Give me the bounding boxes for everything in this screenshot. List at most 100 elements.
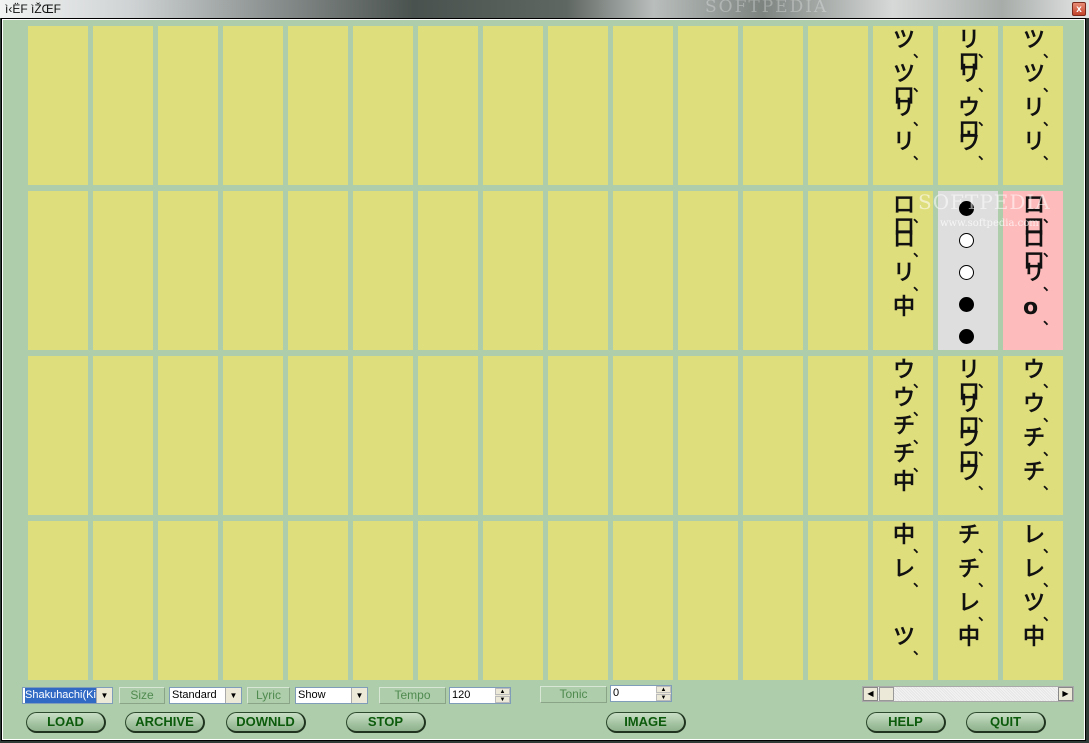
score-cell[interactable]: [548, 356, 608, 515]
size-select[interactable]: Standard ▼: [169, 687, 242, 704]
score-cell[interactable]: [808, 191, 868, 350]
spin-down-icon[interactable]: ▼: [656, 694, 671, 701]
score-cell[interactable]: [418, 26, 478, 185]
score-cell[interactable]: [158, 26, 218, 185]
score-cell[interactable]: [613, 521, 673, 680]
score-cell[interactable]: [548, 26, 608, 185]
close-button[interactable]: x: [1072, 2, 1086, 16]
score-cell[interactable]: [28, 191, 88, 350]
scroll-left-icon[interactable]: ◀: [863, 687, 878, 701]
load-button[interactable]: LOAD: [26, 712, 106, 733]
score-cell[interactable]: [808, 521, 868, 680]
score-cell[interactable]: [743, 521, 803, 680]
chevron-down-icon[interactable]: ▼: [225, 688, 241, 703]
tempo-value[interactable]: 120: [452, 689, 470, 701]
scroll-thumb[interactable]: [879, 687, 894, 701]
notation-glyph: リ: [1023, 96, 1046, 121]
breath-mark: 、: [978, 540, 992, 556]
notation-glyph: レ: [1023, 523, 1046, 548]
score-cell[interactable]: [418, 356, 478, 515]
score-cell[interactable]: リロ、リロ、ウロ、ウ、: [938, 356, 998, 515]
score-cell[interactable]: [158, 521, 218, 680]
score-cell[interactable]: [418, 521, 478, 680]
score-cell[interactable]: [418, 191, 478, 350]
notation-column: ロロ、ロロ、リ、 o、: [1003, 191, 1063, 350]
score-cell[interactable]: [743, 26, 803, 185]
score-cell[interactable]: [93, 191, 153, 350]
score-cell[interactable]: [548, 521, 608, 680]
spin-up-icon[interactable]: ▲: [656, 686, 671, 693]
score-cell[interactable]: [28, 521, 88, 680]
score-cell[interactable]: [93, 26, 153, 185]
score-cell[interactable]: ロロ、ロ、リ、中: [873, 191, 933, 350]
score-cell[interactable]: [28, 356, 88, 515]
score-cell[interactable]: [223, 26, 283, 185]
notation-glyph: 中: [958, 625, 981, 650]
score-cell[interactable]: [353, 521, 413, 680]
score-cell[interactable]: [223, 356, 283, 515]
score-cell[interactable]: リロ、リ、ウロ、ウ、: [938, 26, 998, 185]
spin-down-icon[interactable]: ▼: [495, 696, 510, 703]
score-cell[interactable]: [288, 191, 348, 350]
score-cell[interactable]: [353, 191, 413, 350]
score-cell[interactable]: [483, 521, 543, 680]
notation-glyph: ウ: [958, 130, 981, 155]
score-cell[interactable]: [678, 191, 738, 350]
score-cell[interactable]: ツ、ツロ、リ、リ、: [873, 26, 933, 185]
score-cell[interactable]: [743, 191, 803, 350]
current-score-cell[interactable]: ロロ、ロロ、リ、 o、: [1003, 191, 1063, 350]
tempo-spinner[interactable]: 120 ▲ ▼: [449, 687, 511, 704]
score-cell[interactable]: [288, 521, 348, 680]
score-cell[interactable]: ツ、ツ、リ、リ、: [1003, 26, 1063, 185]
score-cell[interactable]: [808, 26, 868, 185]
score-cell[interactable]: [678, 521, 738, 680]
score-cell[interactable]: [158, 356, 218, 515]
score-cell[interactable]: [678, 26, 738, 185]
score-cell[interactable]: [93, 521, 153, 680]
tonic-spinner[interactable]: 0 ▲ ▼: [610, 685, 672, 702]
score-cell[interactable]: レ、レ、ツ、中: [1003, 521, 1063, 680]
score-cell[interactable]: [548, 191, 608, 350]
chevron-down-icon[interactable]: ▼: [96, 688, 112, 703]
fingering-chart[interactable]: [938, 191, 998, 350]
score-cell[interactable]: [743, 356, 803, 515]
score-cell[interactable]: [223, 521, 283, 680]
score-cell[interactable]: [483, 356, 543, 515]
score-cell[interactable]: [483, 26, 543, 185]
score-cell[interactable]: 中、レ、ツ、: [873, 521, 933, 680]
breath-mark: 、: [913, 79, 927, 95]
scroll-right-icon[interactable]: ▶: [1058, 687, 1073, 701]
stop-button[interactable]: STOP: [346, 712, 426, 733]
archive-button[interactable]: ARCHIVE: [125, 712, 205, 733]
notation-glyph: レ: [1023, 557, 1046, 582]
instrument-select[interactable]: Shakuhachi(Ki ▼: [22, 687, 113, 704]
spin-up-icon[interactable]: ▲: [495, 688, 510, 695]
quit-button[interactable]: QUIT: [966, 712, 1046, 733]
score-cell[interactable]: [288, 356, 348, 515]
tonic-value[interactable]: 0: [613, 687, 619, 699]
score-cell[interactable]: [288, 26, 348, 185]
image-button[interactable]: IMAGE: [606, 712, 686, 733]
score-cell[interactable]: ウ、ウ、チ、チ、: [1003, 356, 1063, 515]
horizontal-scrollbar[interactable]: ◀ ▶: [862, 686, 1074, 702]
score-cell[interactable]: [28, 26, 88, 185]
lyric-select[interactable]: Show ▼: [295, 687, 368, 704]
breath-mark: 、: [978, 477, 992, 493]
score-cell[interactable]: [613, 191, 673, 350]
score-cell[interactable]: [483, 191, 543, 350]
score-cell[interactable]: [613, 26, 673, 185]
score-cell[interactable]: [678, 356, 738, 515]
score-cell[interactable]: [808, 356, 868, 515]
score-cell[interactable]: [353, 26, 413, 185]
score-cell[interactable]: [353, 356, 413, 515]
chevron-down-icon[interactable]: ▼: [351, 688, 367, 703]
score-cell[interactable]: [223, 191, 283, 350]
score-cell[interactable]: チ、チ、レ、中: [938, 521, 998, 680]
breath-mark: 、: [1043, 477, 1057, 493]
score-cell[interactable]: [93, 356, 153, 515]
score-cell[interactable]: ウ、ウ、チ、チ、中: [873, 356, 933, 515]
downld-button[interactable]: DOWNLD: [226, 712, 306, 733]
help-button[interactable]: HELP: [866, 712, 946, 733]
score-cell[interactable]: [613, 356, 673, 515]
score-cell[interactable]: [158, 191, 218, 350]
